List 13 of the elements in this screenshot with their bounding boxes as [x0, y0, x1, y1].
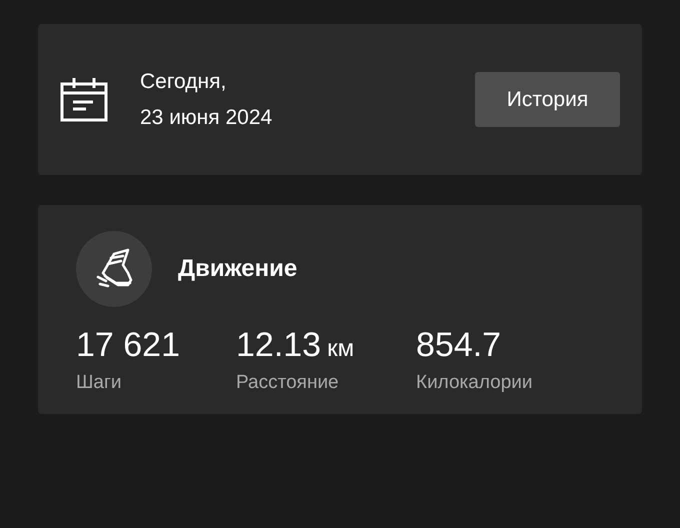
stat-label: Расстояние — [236, 371, 340, 395]
date-label: Сегодня, — [140, 68, 228, 94]
running-shoe-icon — [76, 231, 152, 307]
stat-unit: км — [327, 334, 354, 364]
history-button[interactable]: История — [475, 72, 620, 127]
stat-label: Килокалории — [416, 371, 534, 395]
stat-value: 12.13 — [236, 325, 322, 365]
stat-label: Шаги — [76, 371, 123, 395]
stat-value: 854.7 — [416, 325, 502, 365]
calendar-icon — [60, 78, 110, 122]
card-title: Движение — [178, 254, 298, 284]
stat-value: 17 621 — [76, 325, 180, 365]
date-text: 23 июня 2024 — [140, 104, 272, 130]
